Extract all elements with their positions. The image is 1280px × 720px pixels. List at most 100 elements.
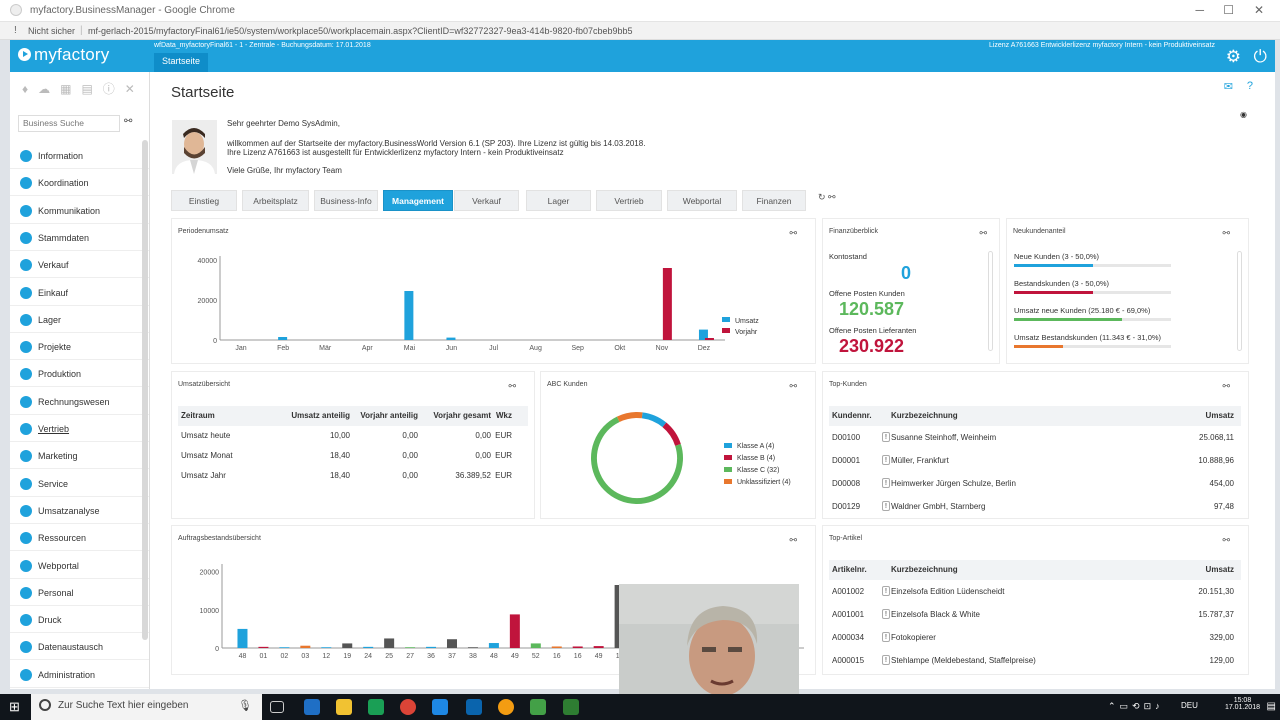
bar-umsatz[interactable] bbox=[278, 337, 288, 340]
bar[interactable] bbox=[363, 646, 374, 648]
column-header[interactable]: Vorjahr anteilig bbox=[360, 411, 418, 420]
info-icon[interactable]: ! bbox=[882, 654, 890, 665]
column-header[interactable]: Umsatz anteilig bbox=[291, 411, 350, 420]
bar[interactable] bbox=[488, 643, 499, 648]
sidebar-item-information[interactable]: Information bbox=[10, 144, 149, 169]
bar[interactable] bbox=[426, 646, 437, 648]
donut-slice[interactable] bbox=[662, 422, 681, 446]
edge-icon[interactable] bbox=[304, 699, 320, 715]
tab-finanzen[interactable]: Finanzen bbox=[742, 190, 806, 211]
column-header[interactable]: Vorjahr gesamt bbox=[433, 411, 491, 420]
mail-icon[interactable]: ✉ bbox=[1224, 80, 1233, 93]
tab-lager[interactable]: Lager bbox=[526, 190, 591, 211]
minimize-icon[interactable]: ─ bbox=[1195, 3, 1204, 17]
notification-icon[interactable]: ▤ bbox=[1267, 701, 1276, 712]
recorder-icon[interactable] bbox=[563, 699, 579, 715]
column-header[interactable]: Kundennr. bbox=[832, 411, 872, 420]
bar-vorjahr[interactable] bbox=[662, 268, 672, 340]
sidebar-toolbar[interactable]: ♦☁▦▤ⓘ✕ bbox=[22, 80, 145, 97]
bar[interactable] bbox=[384, 638, 395, 648]
column-header[interactable]: Kurzbezeichnung bbox=[891, 565, 958, 574]
column-header[interactable]: Umsatz bbox=[1206, 565, 1234, 574]
tab-webportal[interactable]: Webportal bbox=[667, 190, 737, 211]
info-icon[interactable]: ! bbox=[882, 585, 890, 596]
table-row[interactable]: D00100 Susanne Steinhoff, Weinheim 25.068,… bbox=[829, 426, 1241, 449]
info-icon[interactable]: ! bbox=[882, 431, 890, 442]
tab-vertrieb[interactable]: Vertrieb bbox=[596, 190, 662, 211]
maximize-icon[interactable]: ☐ bbox=[1223, 3, 1234, 17]
info-icon[interactable]: ! bbox=[882, 500, 890, 511]
bar[interactable] bbox=[593, 646, 604, 648]
table-row[interactable]: Umsatz Jahr 18,40 0,00 36.389,52 EUR bbox=[178, 466, 528, 486]
link-icon[interactable]: ⚯ bbox=[124, 116, 132, 127]
task-view-icon[interactable] bbox=[270, 701, 284, 713]
store-icon[interactable] bbox=[368, 699, 384, 715]
refresh-icon[interactable]: ↻ ⚯ bbox=[818, 192, 836, 203]
url-text[interactable]: mf-gerlach-2015/myfactoryFinal61/ie50/sy… bbox=[88, 26, 633, 36]
sidebar-scrollbar[interactable] bbox=[142, 140, 148, 640]
column-header[interactable]: Kurzbezeichnung bbox=[891, 411, 958, 420]
power-icon[interactable]: ⏻ bbox=[1254, 47, 1267, 67]
tab-arbeitsplatz[interactable]: Arbeitsplatz bbox=[242, 190, 309, 211]
bar[interactable] bbox=[551, 646, 562, 648]
link-icon[interactable]: ⚯ bbox=[1222, 228, 1230, 239]
sidebar-item-verkauf[interactable]: Verkauf bbox=[10, 253, 149, 279]
chrome-icon[interactable] bbox=[400, 699, 416, 715]
table-row[interactable]: A000034 Fotokopierer 329,00! bbox=[829, 626, 1241, 649]
info-icon[interactable]: ! bbox=[882, 477, 890, 488]
explorer-icon[interactable] bbox=[336, 699, 352, 715]
bar[interactable] bbox=[572, 646, 583, 648]
bar-umsatz[interactable] bbox=[404, 291, 414, 340]
info-icon[interactable]: ! bbox=[882, 454, 890, 465]
table-row[interactable]: A000015 Stehlampe (Meldebestand, Staffelp… bbox=[829, 649, 1241, 672]
sidebar-item-datenaustausch[interactable]: Datenaustausch bbox=[10, 635, 149, 661]
sidebar-item-rechnungswesen[interactable]: Rechnungswesen bbox=[10, 390, 149, 415]
sidebar-item-stammdaten[interactable]: Stammdaten bbox=[10, 226, 149, 251]
sidebar-item-einkauf[interactable]: Einkauf bbox=[10, 281, 149, 306]
sidebar-item-kommunikation[interactable]: Kommunikation bbox=[10, 199, 149, 224]
app-icon[interactable] bbox=[498, 699, 514, 715]
sidebar-item-umsatzanalyse[interactable]: Umsatzanalyse bbox=[10, 499, 149, 524]
donut-slice[interactable] bbox=[641, 412, 667, 428]
business-search-input[interactable]: Business Suche bbox=[18, 115, 120, 132]
microphone-icon[interactable]: 🎙 bbox=[238, 699, 252, 712]
table-row[interactable]: D00001 Müller, Frankfurt 10.888,96! bbox=[829, 449, 1241, 472]
bar[interactable] bbox=[446, 639, 457, 648]
column-header[interactable]: Wkz bbox=[496, 411, 512, 420]
sidebar-item-projekte[interactable]: Projekte bbox=[10, 335, 149, 361]
column-header[interactable]: Artikelnr. bbox=[832, 565, 867, 574]
help-icon[interactable]: ? bbox=[1247, 80, 1253, 92]
info-icon[interactable]: ! bbox=[14, 25, 17, 36]
bar[interactable] bbox=[279, 647, 290, 648]
sidebar-item-koordination[interactable]: Koordination bbox=[10, 171, 149, 197]
link-icon[interactable]: ⚯ bbox=[508, 381, 516, 392]
panel-scrollbar[interactable] bbox=[1237, 251, 1242, 351]
link-icon[interactable]: ⚯ bbox=[979, 228, 987, 239]
bar[interactable] bbox=[405, 647, 416, 648]
link-icon[interactable]: ⚯ bbox=[1222, 535, 1230, 546]
bar-umsatz[interactable] bbox=[446, 337, 456, 340]
panel-scrollbar[interactable] bbox=[988, 251, 993, 351]
table-row[interactable]: A001002 Einzelsofa Edition Lüdenscheidt 20… bbox=[829, 580, 1241, 603]
camtasia-icon[interactable] bbox=[530, 699, 546, 715]
settings-dot-icon[interactable]: ◉ bbox=[1240, 110, 1247, 119]
column-header[interactable]: Umsatz bbox=[1206, 411, 1234, 420]
info-icon[interactable]: ! bbox=[882, 631, 890, 642]
close-icon[interactable]: ✕ bbox=[1254, 3, 1264, 17]
sidebar-item-personal[interactable]: Personal bbox=[10, 581, 149, 606]
tab-verkauf[interactable]: Verkauf bbox=[454, 190, 519, 211]
bar[interactable] bbox=[509, 614, 520, 648]
table-row[interactable]: D00129 Waldner GmbH, Starnberg 97,48! bbox=[829, 495, 1241, 518]
sidebar-item-druck[interactable]: Druck bbox=[10, 608, 149, 634]
bar[interactable] bbox=[321, 647, 332, 648]
sidebar-item-webportal[interactable]: Webportal bbox=[10, 554, 149, 579]
tab-management[interactable]: Management bbox=[383, 190, 453, 211]
bar[interactable] bbox=[300, 645, 311, 648]
table-row[interactable]: Umsatz heute 10,00 0,00 0,00 EUR bbox=[178, 426, 528, 446]
windows-start-icon[interactable]: ⊞ bbox=[9, 699, 20, 715]
ie-icon[interactable] bbox=[432, 699, 448, 715]
column-header[interactable]: Zeitraum bbox=[181, 411, 215, 420]
info-icon[interactable]: ! bbox=[882, 608, 890, 619]
taskbar-search-input[interactable]: Zur Suche Text hier eingeben 🎙 bbox=[31, 694, 262, 720]
tab-startseite[interactable]: Startseite bbox=[154, 53, 209, 72]
